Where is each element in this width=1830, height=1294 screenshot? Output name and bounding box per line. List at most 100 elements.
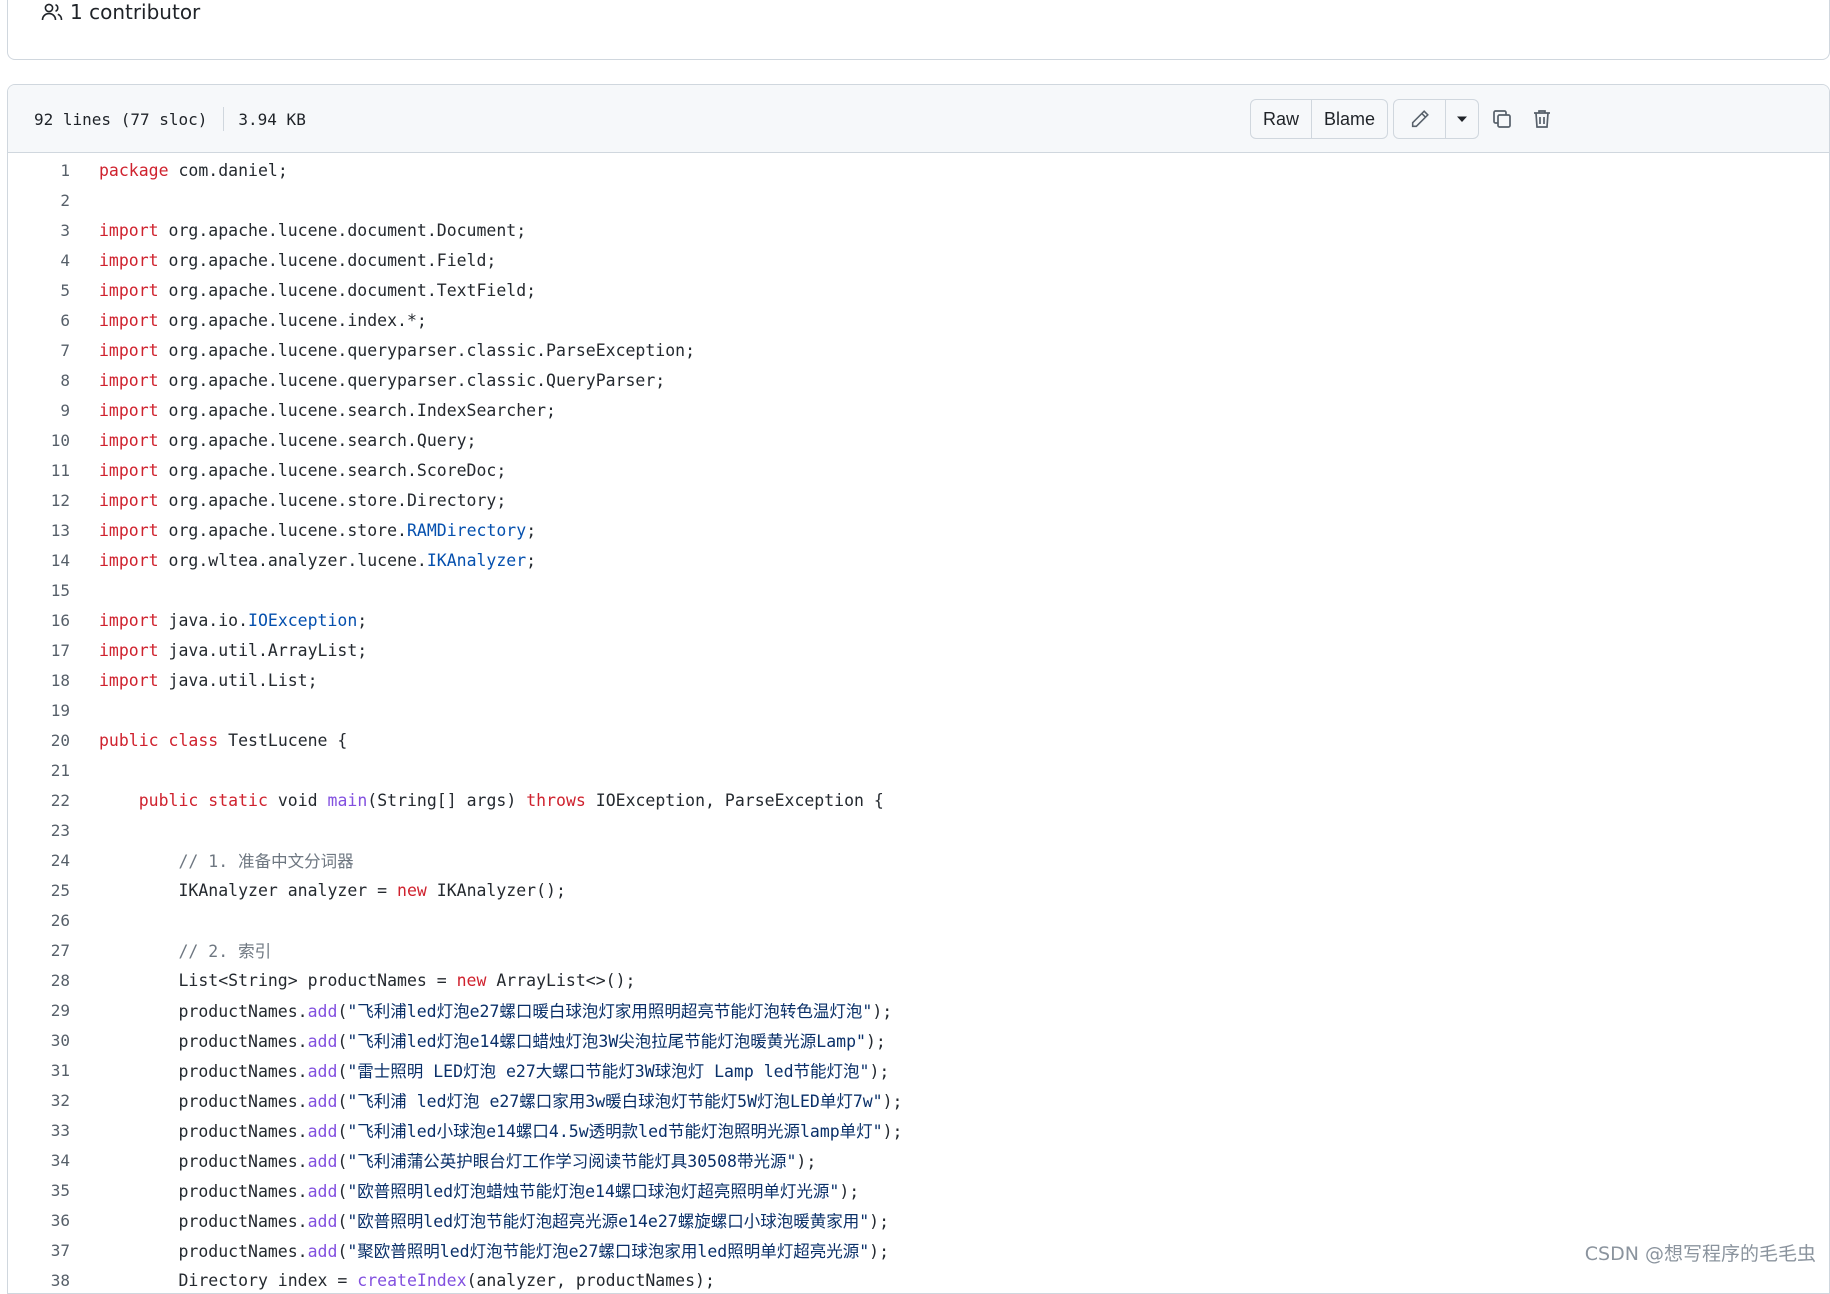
code-token: TestLucene { — [218, 730, 348, 750]
line-number[interactable]: 16 — [8, 611, 70, 630]
line-number[interactable]: 17 — [8, 641, 70, 660]
copy-button[interactable] — [1488, 105, 1516, 133]
code-token: import — [99, 490, 159, 510]
code-token: org.apache.lucene.document.Document; — [158, 220, 527, 240]
line-number[interactable]: 1 — [8, 161, 70, 180]
line-number[interactable]: 19 — [8, 701, 70, 720]
code-token: productNames. — [99, 1152, 308, 1171]
contributors-label: 1 contributor — [70, 0, 201, 24]
code-text: import java.util.List; — [99, 671, 318, 690]
code-line: 37 productNames.add("聚欧普照明led灯泡节能灯泡e27螺口… — [8, 1235, 1829, 1265]
code-token: productNames. — [99, 1002, 308, 1021]
code-line: 9 import org.apache.lucene.search.IndexSe… — [8, 395, 1829, 425]
code-token: package — [99, 160, 169, 180]
code-token: import — [99, 250, 159, 270]
code-token: org.apache.lucene.queryparser.classic.Pa… — [158, 340, 696, 360]
code-line: 13 import org.apache.lucene.store.RAMDire… — [8, 515, 1829, 545]
code-token: import — [99, 370, 159, 390]
code-line: 35 productNames.add("欧普照明led灯泡蜡烛节能灯泡e14螺… — [8, 1175, 1829, 1205]
code-token: "飞利浦led灯泡e14螺口蜡烛灯泡3W尖泡拉尾节能灯泡暖黄光源Lamp" — [347, 1032, 866, 1051]
code-token: createIndex — [357, 1270, 467, 1290]
line-number[interactable]: 6 — [8, 311, 70, 330]
code-token: add — [307, 1032, 338, 1051]
line-number[interactable]: 22 — [8, 791, 70, 810]
line-number[interactable]: 21 — [8, 761, 70, 780]
file-info: 92 lines (77 sloc) 3.94 KB — [34, 105, 306, 133]
line-number[interactable]: 24 — [8, 851, 70, 870]
code-line: 25 IKAnalyzer analyzer = new IKAnalyzer(… — [8, 875, 1829, 905]
code-token: Directory index = — [99, 1270, 358, 1290]
line-number[interactable]: 20 — [8, 731, 70, 750]
line-number[interactable]: 29 — [8, 1001, 70, 1020]
code-line: 7 import org.apache.lucene.queryparser.cl… — [8, 335, 1829, 365]
line-number[interactable]: 36 — [8, 1211, 70, 1230]
code-token: org.apache.lucene.document.TextField; — [158, 280, 537, 300]
line-number[interactable]: 27 — [8, 941, 70, 960]
line-number[interactable]: 11 — [8, 461, 70, 480]
code-line: 8 import org.apache.lucene.queryparser.cl… — [8, 365, 1829, 395]
line-number[interactable]: 7 — [8, 341, 70, 360]
line-number[interactable]: 23 — [8, 821, 70, 840]
code-line: 17 import java.util.ArrayList; — [8, 635, 1829, 665]
code-line: 3 import org.apache.lucene.document.Docum… — [8, 215, 1829, 245]
line-number[interactable]: 28 — [8, 971, 70, 990]
code-line: 21 — [8, 755, 1829, 785]
code-token: java.util.List; — [158, 670, 318, 690]
code-token: ); — [882, 1092, 903, 1111]
code-token: org.apache.lucene.search.IndexSearcher; — [158, 400, 556, 420]
code-line: 6 import org.apache.lucene.index.*; — [8, 305, 1829, 335]
line-number[interactable]: 13 — [8, 521, 70, 540]
code-token: add — [307, 1212, 338, 1231]
code-token: IOException — [248, 610, 358, 630]
line-number[interactable]: 15 — [8, 581, 70, 600]
line-number[interactable]: 5 — [8, 281, 70, 300]
edit-group — [1393, 99, 1479, 139]
line-number[interactable]: 31 — [8, 1061, 70, 1080]
delete-button[interactable] — [1528, 105, 1556, 133]
contributors-bar: 1 contributor — [7, 0, 1830, 60]
line-number[interactable]: 25 — [8, 881, 70, 900]
line-number[interactable]: 38 — [8, 1271, 70, 1290]
edit-button[interactable] — [1394, 100, 1445, 138]
line-number[interactable]: 3 — [8, 221, 70, 240]
code-line: 30 productNames.add("飞利浦led灯泡e14螺口蜡烛灯泡3W… — [8, 1025, 1829, 1055]
line-number[interactable]: 8 — [8, 371, 70, 390]
line-number[interactable]: 9 — [8, 401, 70, 420]
raw-button[interactable]: Raw — [1251, 100, 1311, 138]
code-text: productNames.add("飞利浦led小球泡e14螺口4.5w透明款l… — [99, 1118, 903, 1142]
code-line: 19 — [8, 695, 1829, 725]
code-token: ; — [526, 550, 537, 570]
line-number[interactable]: 4 — [8, 251, 70, 270]
code-line: 31 productNames.add("雷士照明 LED灯泡 e27大螺口节能… — [8, 1055, 1829, 1085]
line-number[interactable]: 34 — [8, 1151, 70, 1170]
line-number[interactable]: 12 — [8, 491, 70, 510]
code-line: 16 import java.io.IOException; — [8, 605, 1829, 635]
code-token: IKAnalyzer analyzer = — [99, 880, 398, 900]
code-line: 34 productNames.add("飞利浦蒲公英护眼台灯工作学习阅读节能灯… — [8, 1145, 1829, 1175]
code-token: org.apache.lucene.document.Field; — [158, 250, 497, 270]
line-number[interactable]: 33 — [8, 1121, 70, 1140]
line-number[interactable]: 35 — [8, 1181, 70, 1200]
contributors-link[interactable]: 1 contributor — [40, 0, 200, 26]
line-number[interactable]: 26 — [8, 911, 70, 930]
code-line: 26 — [8, 905, 1829, 935]
edit-dropdown-button[interactable] — [1445, 100, 1478, 138]
code-token: ); — [869, 1212, 890, 1231]
code-token: ( — [337, 1212, 348, 1231]
line-number[interactable]: 18 — [8, 671, 70, 690]
blame-button[interactable]: Blame — [1311, 100, 1387, 138]
line-number[interactable]: 2 — [8, 191, 70, 210]
line-number[interactable]: 10 — [8, 431, 70, 450]
line-number[interactable]: 14 — [8, 551, 70, 570]
code-line: 5 import org.apache.lucene.document.TextF… — [8, 275, 1829, 305]
code-token: ); — [882, 1122, 903, 1141]
code-text: import org.apache.lucene.store.Directory… — [99, 491, 506, 510]
code-text: productNames.add("飞利浦 led灯泡 e27螺口家用3w暖白球… — [99, 1088, 903, 1112]
line-number[interactable]: 30 — [8, 1031, 70, 1050]
line-number[interactable]: 32 — [8, 1091, 70, 1110]
line-number[interactable]: 37 — [8, 1241, 70, 1260]
code-view: 1 package com.daniel; 2 3 import org.apache.… — [8, 153, 1829, 1293]
code-line: 29 productNames.add("飞利浦led灯泡e27螺口暖白球泡灯家… — [8, 995, 1829, 1025]
